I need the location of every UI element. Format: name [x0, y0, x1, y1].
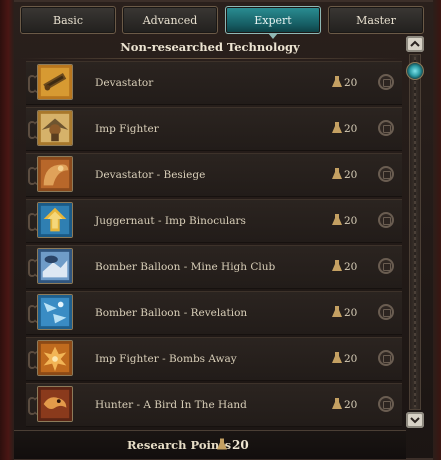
item-name: Devastator [95, 77, 154, 89]
item-name: Juggernaut - Imp Binoculars [95, 215, 246, 227]
research-flask-icon [217, 438, 227, 450]
scroll-thumb[interactable] [406, 62, 424, 80]
tab-basic[interactable]: Basic [20, 6, 116, 34]
devastator-icon [37, 64, 73, 100]
mine-high-club-icon [37, 248, 73, 284]
list-item[interactable]: Devastator 20 [26, 61, 402, 105]
technology-list: Devastator 20 Imp Fighter 20 Devastator … [26, 61, 402, 427]
list-scrollbar[interactable] [405, 36, 425, 428]
unlock-status-icon[interactable] [378, 120, 394, 136]
item-name: Bomber Balloon - Mine High Club [95, 261, 276, 273]
chevron-up-icon [410, 40, 420, 47]
research-flask-icon [332, 214, 342, 225]
list-item[interactable]: Imp Fighter 20 [26, 107, 402, 151]
bombs-away-icon [37, 340, 73, 376]
list-item[interactable]: Imp Fighter - Bombs Away 20 [26, 337, 402, 381]
scroll-down-button[interactable] [406, 412, 424, 428]
unlock-status-icon[interactable] [378, 212, 394, 228]
unlock-status-icon[interactable] [378, 396, 394, 412]
item-cost: 20 [344, 123, 358, 135]
tab-basic-label: Basic [53, 13, 83, 27]
imp-fighter-icon [37, 110, 73, 146]
tab-master-label: Master [356, 13, 396, 27]
research-flask-icon [332, 398, 342, 409]
revelation-icon [37, 294, 73, 330]
item-name: Hunter - A Bird In The Hand [95, 399, 247, 411]
list-item[interactable]: Hunter - A Bird In The Hand 20 [26, 383, 402, 427]
item-name: Imp Fighter - Bombs Away [95, 353, 237, 365]
tab-master[interactable]: Master [328, 6, 424, 34]
research-flask-icon [332, 260, 342, 271]
window-left-border [0, 0, 14, 460]
unlock-status-icon[interactable] [378, 74, 394, 90]
unlock-status-icon[interactable] [378, 166, 394, 182]
tab-expert[interactable]: Expert [225, 6, 321, 39]
scroll-up-button[interactable] [406, 36, 424, 52]
research-flask-icon [332, 352, 342, 363]
list-item[interactable]: Bomber Balloon - Revelation 20 [26, 291, 402, 335]
list-item[interactable]: Juggernaut - Imp Binoculars 20 [26, 199, 402, 243]
item-cost: 20 [344, 399, 358, 411]
item-name: Devastator - Besiege [95, 169, 206, 181]
bird-in-hand-icon [37, 386, 73, 422]
window-right-border [433, 0, 441, 460]
research-points-value: 20 [232, 438, 249, 452]
tab-advanced[interactable]: Advanced [122, 6, 218, 34]
item-cost: 20 [344, 77, 358, 89]
unlock-status-icon[interactable] [378, 304, 394, 320]
research-points-label: Research Points [127, 438, 232, 452]
item-name: Bomber Balloon - Revelation [95, 307, 248, 319]
research-flask-icon [332, 168, 342, 179]
besiege-icon [37, 156, 73, 192]
item-cost: 20 [344, 261, 358, 273]
unlock-status-icon[interactable] [378, 350, 394, 366]
research-flask-icon [332, 306, 342, 317]
unlock-status-icon[interactable] [378, 258, 394, 274]
item-name: Imp Fighter [95, 123, 159, 135]
list-item[interactable]: Bomber Balloon - Mine High Club 20 [26, 245, 402, 289]
research-points-bar: Research Points 20 [14, 430, 406, 459]
list-item[interactable]: Devastator - Besiege 20 [26, 153, 402, 197]
title-divider [20, 58, 404, 59]
scroll-track[interactable] [409, 54, 421, 410]
item-cost: 20 [344, 307, 358, 319]
tab-advanced-label: Advanced [142, 13, 198, 27]
research-flask-icon [332, 122, 342, 133]
item-cost: 20 [344, 215, 358, 227]
chevron-down-icon [410, 417, 420, 424]
research-flask-icon [332, 76, 342, 87]
binoculars-icon [37, 202, 73, 238]
item-cost: 20 [344, 353, 358, 365]
panel-title: Non-researched Technology [120, 40, 300, 54]
tab-expert-label: Expert [254, 13, 292, 27]
tier-tabs: Basic Advanced Expert Master [20, 6, 424, 39]
item-cost: 20 [344, 169, 358, 181]
